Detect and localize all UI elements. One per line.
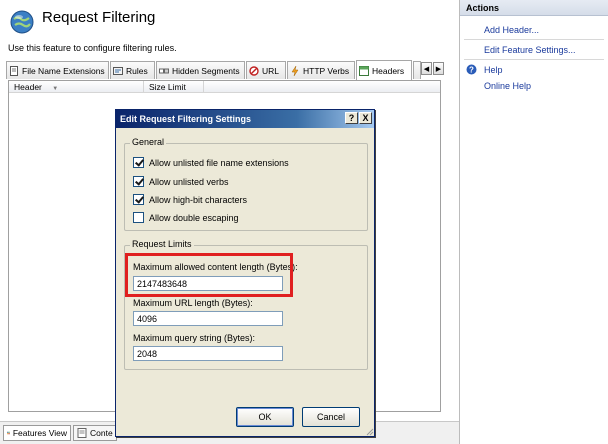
edit-feature-settings-link[interactable]: Edit Feature Settings... [484, 45, 576, 55]
ok-button[interactable]: OK [236, 407, 294, 427]
tab-scroll-right-button[interactable]: ▶ [433, 62, 444, 75]
checkbox-label: Allow high-bit characters [149, 194, 248, 205]
url-icon [249, 65, 259, 76]
page-title: Request Filtering [42, 9, 156, 26]
allow-unlisted-verbs-option[interactable]: Allow unlisted verbs [133, 175, 229, 188]
chevron-left-icon: ◀ [423, 65, 430, 73]
view-tab-label: Conte [90, 428, 113, 438]
allow-unlisted-verbs-checkbox[interactable] [133, 176, 144, 187]
dialog-close-button[interactable]: X [359, 112, 372, 124]
chevron-right-icon: ▶ [435, 65, 442, 73]
actions-pane: Actions Add Header... Edit Feature Setti… [459, 0, 608, 444]
allow-high-bit-characters-checkbox[interactable] [133, 194, 144, 205]
features-view-tab[interactable]: Features View [3, 425, 71, 441]
checkbox-label: Allow unlisted verbs [149, 176, 229, 187]
checkbox-label: Allow double escaping [149, 212, 239, 223]
view-tab-label: Features View [12, 428, 67, 438]
features-view-icon [7, 431, 10, 435]
request-filtering-icon [10, 10, 34, 34]
online-help-link[interactable]: Online Help [484, 81, 531, 91]
actions-header: Actions [460, 0, 608, 16]
tab-hidden-segments[interactable]: Hidden Segments [156, 61, 245, 79]
help-icon: ? [466, 64, 477, 75]
actions-divider [464, 59, 604, 60]
tab-label: Hidden Segments [172, 65, 240, 76]
tab-overflow[interactable] [413, 61, 421, 79]
cancel-button[interactable]: Cancel [302, 407, 360, 427]
http-verbs-icon [291, 65, 299, 76]
dialog-help-button[interactable]: ? [345, 112, 358, 124]
help-link[interactable]: Help [484, 65, 503, 75]
file-extension-icon [10, 65, 18, 76]
allow-high-bit-characters-option[interactable]: Allow high-bit characters [133, 193, 247, 206]
tab-label: HTTP Verbs [303, 65, 350, 76]
tab-label: Rules [126, 65, 148, 76]
tab-file-name-extensions[interactable]: File Name Extensions [6, 61, 109, 79]
content-view-icon [77, 428, 87, 438]
max-url-length-input[interactable] [133, 311, 283, 326]
column-header-size-limit[interactable]: Size Limit [144, 81, 204, 93]
max-query-string-input[interactable] [133, 346, 283, 361]
tab-url[interactable]: URL [246, 61, 286, 79]
general-group-label: General [130, 137, 167, 147]
tab-http-verbs[interactable]: HTTP Verbs [287, 61, 355, 79]
content-view-tab[interactable]: Conte [73, 425, 117, 441]
page-description: Use this feature to configure filtering … [8, 43, 177, 53]
headers-icon [359, 65, 369, 76]
tab-label: File Name Extensions [22, 65, 105, 76]
column-header-header[interactable]: Header ▼ [9, 81, 144, 93]
allow-double-escaping-checkbox[interactable] [133, 212, 144, 223]
highlight-annotation-box [125, 253, 293, 297]
tab-label: Headers [372, 65, 405, 76]
dialog-title: Edit Request Filtering Settings [120, 114, 252, 124]
add-header-link[interactable]: Add Header... [484, 25, 539, 35]
tab-rules[interactable]: Rules [110, 61, 155, 79]
svg-text:?: ? [469, 66, 474, 75]
allow-unlisted-extensions-option[interactable]: Allow unlisted file name extensions [133, 156, 289, 169]
sort-arrow-icon: ▼ [52, 86, 59, 92]
tab-scroll-left-button[interactable]: ◀ [421, 62, 432, 75]
tab-headers[interactable]: Headers [356, 60, 412, 80]
column-header-label: Size Limit [149, 82, 186, 92]
dialog-titlebar[interactable]: Edit Request Filtering Settings [116, 110, 374, 128]
list-column-header: Header ▼ Size Limit [9, 81, 440, 93]
rules-icon [113, 66, 123, 75]
filter-tab-strip: File Name Extensions Rules Hidden Segmen… [6, 60, 447, 80]
hidden-segments-icon [159, 68, 169, 73]
max-url-length-label: Maximum URL length (Bytes): [133, 298, 253, 308]
max-query-string-label: Maximum query string (Bytes): [133, 333, 256, 343]
checkbox-label: Allow unlisted file name extensions [149, 157, 289, 168]
tab-label: URL [262, 65, 280, 76]
allow-unlisted-extensions-checkbox[interactable] [133, 157, 144, 168]
general-group: General Allow unlisted file name extensi… [124, 137, 368, 231]
actions-divider [464, 39, 604, 40]
allow-double-escaping-option[interactable]: Allow double escaping [133, 211, 239, 224]
request-limits-group-label: Request Limits [130, 239, 194, 249]
column-header-label: Header [14, 82, 42, 92]
resize-grip-icon[interactable] [366, 428, 374, 436]
